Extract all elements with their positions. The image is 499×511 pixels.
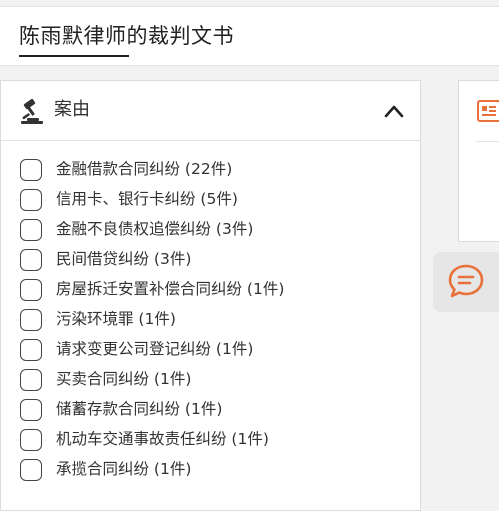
filter-label: 储蓄存款合同纠纷 (1件): [56, 400, 223, 418]
gavel-icon: [18, 98, 46, 126]
checkbox[interactable]: [20, 459, 42, 481]
list-item[interactable]: 房屋拆迁安置补偿合同纠纷 (1件): [1, 276, 420, 306]
title-underline: [19, 55, 129, 57]
checkbox[interactable]: [20, 189, 42, 211]
document-icon[interactable]: [476, 98, 499, 124]
chat-button[interactable]: [433, 252, 499, 312]
checkbox[interactable]: [20, 309, 42, 331]
checkbox[interactable]: [20, 339, 42, 361]
filter-label: 房屋拆迁安置补偿合同纠纷 (1件): [56, 280, 285, 298]
list-item[interactable]: 信用卡、银行卡纠纷 (5件): [1, 186, 420, 216]
list-item[interactable]: 储蓄存款合同纠纷 (1件): [1, 396, 420, 426]
filter-label: 民间借贷纠纷 (3件): [56, 250, 192, 268]
case-cause-filter-panel: 案由 金融借款合同纠纷 (22件) 信用卡、银行卡纠纷 (5件) 金融不良债权追…: [0, 80, 421, 511]
filter-panel-header[interactable]: 案由: [1, 81, 420, 141]
title-bar: 陈雨默律师的裁判文书: [0, 6, 499, 66]
checkbox[interactable]: [20, 429, 42, 451]
checkbox[interactable]: [20, 219, 42, 241]
filter-label: 买卖合同纠纷 (1件): [56, 370, 192, 388]
side-divider: [476, 141, 499, 142]
list-item[interactable]: 机动车交通事故责任纠纷 (1件): [1, 426, 420, 456]
filter-label: 承揽合同纠纷 (1件): [56, 460, 192, 478]
filter-label: 金融不良债权追偿纠纷 (3件): [56, 220, 254, 238]
list-item[interactable]: 金融借款合同纠纷 (22件): [1, 156, 420, 186]
checkbox[interactable]: [20, 369, 42, 391]
list-item[interactable]: 承揽合同纠纷 (1件): [1, 456, 420, 486]
list-item[interactable]: 金融不良债权追偿纠纷 (3件): [1, 216, 420, 246]
chevron-up-icon[interactable]: [381, 101, 407, 121]
checkbox[interactable]: [20, 159, 42, 181]
filter-label: 金融借款合同纠纷 (22件): [56, 160, 233, 178]
filter-label: 污染环境罪 (1件): [56, 310, 176, 328]
page-title: 陈雨默律师的裁判文书: [19, 24, 234, 48]
list-item[interactable]: 买卖合同纠纷 (1件): [1, 366, 420, 396]
side-card: [458, 80, 499, 242]
list-item[interactable]: 请求变更公司登记纠纷 (1件): [1, 336, 420, 366]
checkbox[interactable]: [20, 249, 42, 271]
filter-panel-title: 案由: [54, 99, 90, 120]
chat-bubble-icon: [446, 262, 486, 302]
list-item[interactable]: 民间借贷纠纷 (3件): [1, 246, 420, 276]
filter-label: 机动车交通事故责任纠纷 (1件): [56, 430, 269, 448]
list-item[interactable]: 污染环境罪 (1件): [1, 306, 420, 336]
case-cause-list: 金融借款合同纠纷 (22件) 信用卡、银行卡纠纷 (5件) 金融不良债权追偿纠纷…: [1, 156, 420, 486]
checkbox[interactable]: [20, 279, 42, 301]
checkbox[interactable]: [20, 399, 42, 421]
filter-label: 信用卡、银行卡纠纷 (5件): [56, 190, 238, 208]
filter-label: 请求变更公司登记纠纷 (1件): [56, 340, 254, 358]
